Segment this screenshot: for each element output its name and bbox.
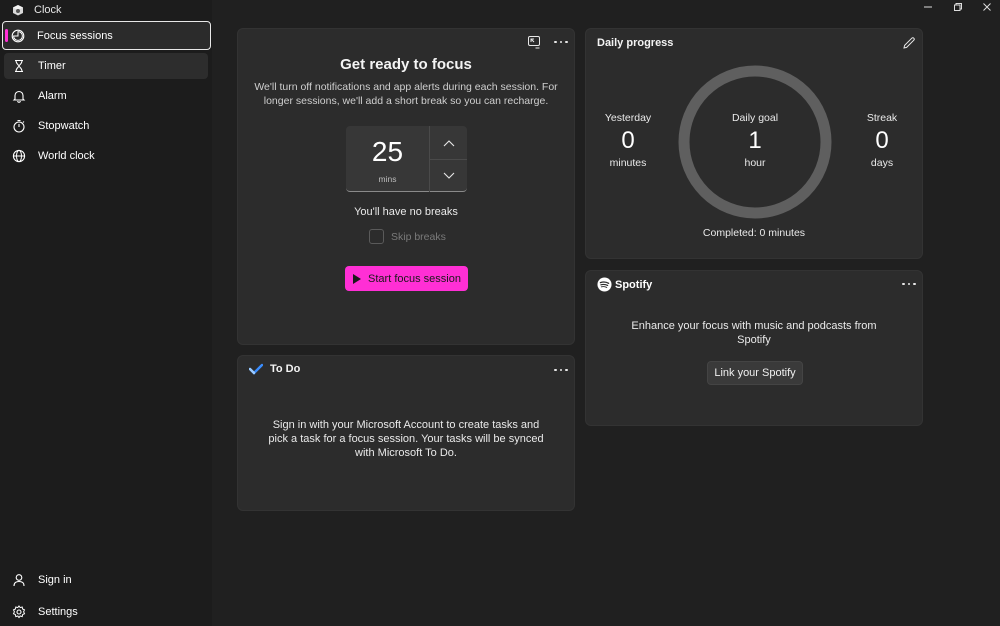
skip-breaks-label: Skip breaks: [391, 230, 446, 243]
minimize-button[interactable]: [913, 0, 943, 14]
minutes-picker: 25 mins: [346, 126, 467, 192]
sidebar-item-label: Focus sessions: [37, 29, 113, 42]
focus-description-line1: We'll turn off notifications and app ale…: [254, 81, 558, 93]
sidebar: Clock Focus sessions Timer Alarm Stopwat…: [0, 0, 212, 626]
sidebar-item-label: Timer: [38, 60, 66, 72]
todo-card: To Do Sign in with your Microsoft Accoun…: [237, 355, 575, 511]
goal-label: Daily goal: [731, 112, 779, 124]
skip-breaks-checkbox[interactable]: Skip breaks: [369, 229, 446, 244]
todo-title: To Do: [270, 363, 301, 375]
sidebar-item-focus-sessions[interactable]: Focus sessions: [2, 21, 211, 50]
daily-goal-stat: Daily goal 1 hour: [715, 112, 795, 169]
goal-unit: hour: [744, 157, 766, 169]
close-button[interactable]: [972, 0, 1000, 14]
edit-goal-button[interactable]: [902, 36, 916, 50]
todo-more-button[interactable]: [551, 363, 571, 377]
increase-minutes-button[interactable]: [430, 126, 467, 159]
focus-more-button[interactable]: [551, 35, 571, 49]
minutes-display[interactable]: 25 mins: [346, 126, 429, 192]
goal-value: 1: [748, 127, 762, 154]
yesterday-unit: minutes: [609, 157, 647, 169]
daily-progress-title: Daily progress: [597, 37, 674, 49]
app-title: Clock: [34, 4, 62, 16]
bell-icon: [12, 90, 26, 103]
selection-indicator: [5, 29, 8, 42]
hourglass-icon: [15, 59, 23, 73]
yesterday-value: 0: [621, 127, 635, 154]
minutes-value: 25: [371, 136, 404, 167]
checkbox-box: [369, 229, 384, 244]
clock-app-icon: [13, 5, 23, 16]
compact-overlay-icon: [528, 36, 540, 49]
play-icon: [353, 273, 362, 284]
spotify-message-line1: Enhance your focus with music and podcas…: [631, 320, 877, 332]
spotify-logo-icon: [597, 277, 612, 292]
streak-stat: Streak 0 days: [842, 112, 922, 169]
pencil-icon: [903, 37, 915, 49]
sidebar-item-label: Alarm: [38, 90, 67, 102]
compact-view-button[interactable]: [527, 35, 541, 49]
start-focus-session-button[interactable]: Start focus session: [345, 266, 468, 291]
todo-logo-icon: [249, 363, 263, 375]
focus-icon: [11, 29, 25, 42]
sidebar-item-sign-in[interactable]: Sign in: [4, 567, 208, 593]
close-icon: [983, 3, 991, 11]
chevron-down-icon: [443, 172, 454, 179]
yesterday-stat: Yesterday 0 minutes: [588, 112, 668, 169]
spotify-card: Spotify Enhance your focus with music an…: [585, 270, 923, 426]
todo-header: To Do: [249, 363, 300, 375]
sidebar-item-timer[interactable]: Timer: [4, 53, 208, 79]
spotify-header: Spotify: [597, 277, 652, 292]
link-spotify-button[interactable]: Link your Spotify: [707, 361, 803, 385]
streak-unit: days: [870, 157, 894, 169]
sidebar-item-stopwatch[interactable]: Stopwatch: [4, 113, 208, 139]
restore-button[interactable]: [943, 0, 973, 14]
chevron-up-icon: [443, 139, 454, 146]
daily-progress-card: Daily progress Yesterday 0 minutes Daily…: [585, 28, 923, 259]
globe-icon: [12, 149, 26, 163]
sidebar-item-world-clock[interactable]: World clock: [4, 143, 208, 169]
stopwatch-icon: [13, 119, 25, 133]
focus-title: Get ready to focus: [340, 56, 472, 73]
minimize-icon: [924, 6, 932, 8]
spotify-message-line2: Spotify: [737, 334, 771, 346]
start-focus-session-label: Start focus session: [368, 272, 461, 285]
decrease-minutes-button[interactable]: [430, 160, 467, 192]
link-spotify-label: Link your Spotify: [714, 367, 796, 379]
restore-icon: [954, 3, 962, 11]
focus-description-line2: longer sessions, we'll add a short break…: [263, 95, 549, 107]
sidebar-item-label: Sign in: [38, 574, 72, 586]
todo-message-line3: with Microsoft To Do.: [355, 447, 457, 459]
todo-message-line2: pick a task for a focus session. Your ta…: [268, 433, 544, 445]
person-icon: [13, 574, 25, 587]
sidebar-item-label: Stopwatch: [38, 120, 90, 132]
sidebar-item-alarm[interactable]: Alarm: [4, 83, 208, 109]
sidebar-item-label: World clock: [38, 150, 95, 162]
minutes-unit: mins: [378, 174, 397, 184]
todo-message-line1: Sign in with your Microsoft Account to c…: [272, 419, 540, 431]
streak-label: Streak: [866, 112, 898, 124]
yesterday-label: Yesterday: [604, 112, 652, 124]
spotify-more-button[interactable]: [899, 277, 919, 291]
gear-icon: [12, 605, 26, 619]
focus-card: Get ready to focus We'll turn off notifi…: [237, 28, 575, 345]
sidebar-item-label: Settings: [38, 606, 78, 618]
app-title-bar: Clock: [12, 3, 62, 17]
streak-value: 0: [875, 127, 889, 154]
spotify-brand: Spotify: [615, 278, 653, 291]
sidebar-item-settings[interactable]: Settings: [4, 599, 208, 625]
breaks-text: You'll have no breaks: [354, 206, 458, 218]
completed-text: Completed: 0 minutes: [702, 227, 806, 239]
